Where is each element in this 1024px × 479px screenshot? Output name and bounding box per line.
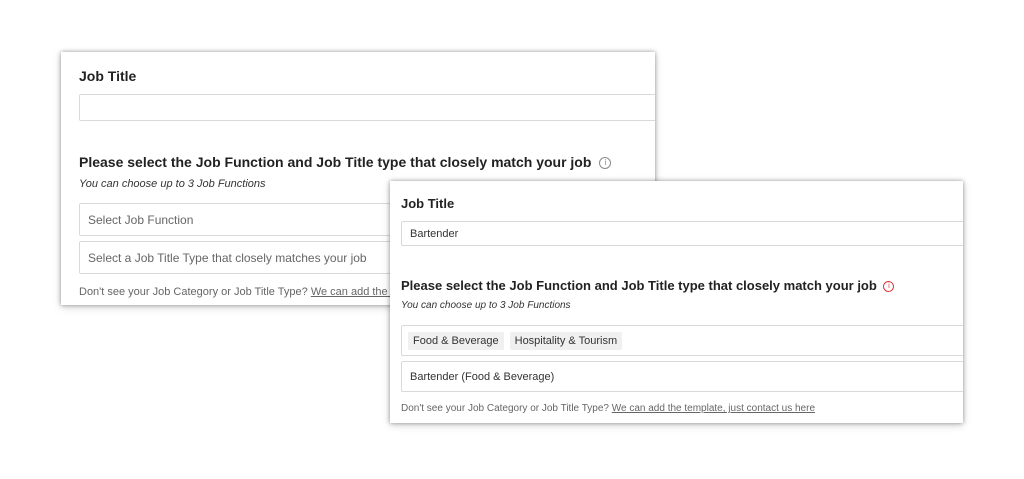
job-function-tag[interactable]: Food & Beverage (408, 331, 504, 350)
template-footnote: Don't see your Job Category or Job Title… (401, 403, 815, 414)
job-function-hint: You can choose up to 3 Job Functions (401, 300, 571, 311)
job-function-select[interactable]: Food & Beverage Hospitality & Tourism (401, 325, 963, 356)
job-title-label: Job Title (401, 196, 455, 211)
job-function-tag[interactable]: Hospitality & Tourism (509, 331, 623, 350)
job-title-type-select[interactable]: Bartender (Food & Beverage) (401, 361, 963, 392)
job-function-hint: You can choose up to 3 Job Functions (79, 178, 266, 190)
job-function-section-title: Please select the Job Function and Job T… (79, 154, 612, 170)
info-icon[interactable]: i (883, 281, 895, 293)
job-title-label: Job Title (79, 68, 137, 84)
contact-us-link[interactable]: We can add the template, just contact us… (612, 403, 815, 414)
job-title-input[interactable]: Bartender (401, 221, 963, 246)
job-function-section-title: Please select the Job Function and Job T… (401, 278, 895, 293)
section-title-text: Please select the Job Function and Job T… (401, 278, 877, 293)
job-form-card-filled: Job Title Bartender Please select the Jo… (390, 181, 963, 423)
info-icon[interactable]: i (599, 157, 612, 170)
footnote-text: Don't see your Job Category or Job Title… (401, 403, 612, 414)
job-title-input[interactable] (79, 94, 655, 121)
section-title-text: Please select the Job Function and Job T… (79, 154, 592, 170)
footnote-text: Don't see your Job Category or Job Title… (79, 286, 311, 298)
